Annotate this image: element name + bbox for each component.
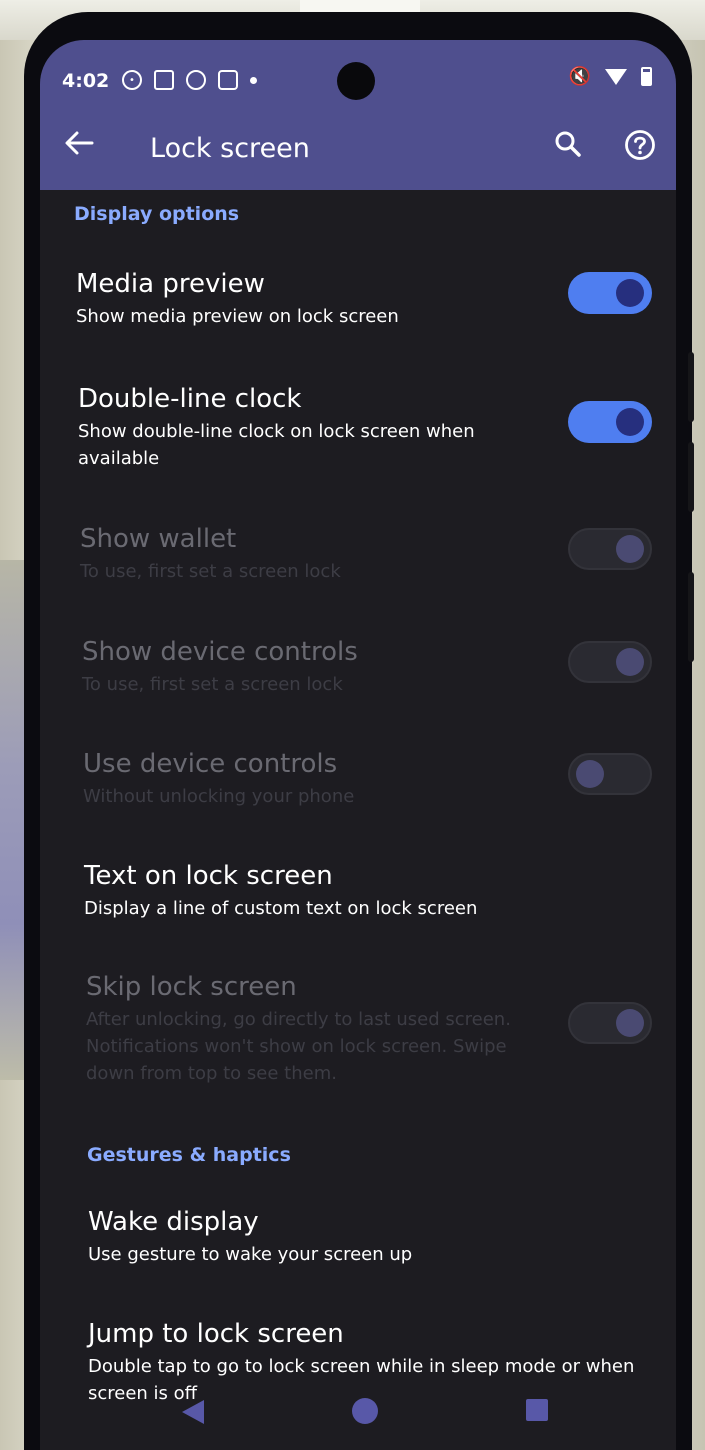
battery-icon xyxy=(641,67,652,86)
front-camera xyxy=(337,62,375,100)
setting-subtitle: Use gesture to wake your screen up xyxy=(88,1244,413,1265)
setting-title: Skip lock screen xyxy=(86,972,297,1002)
toggle-knob xyxy=(616,408,644,436)
back-arrow-icon[interactable] xyxy=(64,130,94,156)
help-icon[interactable] xyxy=(624,129,656,161)
setting-subtitle: Show double-line clock on lock screen wh… xyxy=(78,421,475,469)
search-icon[interactable] xyxy=(554,130,582,158)
section-display-options: Display options xyxy=(74,203,240,225)
setting-skip-lock-screen: Skip lock screen After unlocking, go dir… xyxy=(86,971,526,1087)
skip-lock-screen-toggle xyxy=(568,1002,652,1044)
toggle-knob xyxy=(616,279,644,307)
wifi-icon xyxy=(605,68,627,85)
navigation-bar xyxy=(40,1390,676,1450)
show-wallet-toggle xyxy=(568,528,652,570)
setting-subtitle: Show media preview on lock screen xyxy=(76,306,399,327)
sim-icon xyxy=(154,70,174,90)
screen: 4:02 • 🔇 Lock screen Display options Med… xyxy=(40,40,676,1450)
setting-wake-display[interactable]: Wake display Use gesture to wake your sc… xyxy=(88,1206,668,1268)
toggle-knob xyxy=(576,760,604,788)
notification-icons: • xyxy=(122,70,257,90)
show-device-controls-toggle xyxy=(568,641,652,683)
setting-title: Wake display xyxy=(88,1207,259,1237)
system-icons: 🔇 xyxy=(569,66,652,87)
nav-back-icon[interactable] xyxy=(182,1400,204,1424)
setting-subtitle: After unlocking, go directly to last use… xyxy=(86,1009,511,1084)
more-notifications-icon xyxy=(250,77,257,84)
power-button xyxy=(688,572,694,662)
toggle-knob xyxy=(616,535,644,563)
messenger-icon: • xyxy=(122,70,142,90)
shopping-bag-icon xyxy=(218,70,238,90)
setting-text-on-lock-screen[interactable]: Text on lock screen Display a line of cu… xyxy=(84,860,664,922)
toggle-knob xyxy=(616,648,644,676)
nav-recents-icon[interactable] xyxy=(526,1399,548,1421)
setting-double-line-clock[interactable]: Double-line clock Show double-line clock… xyxy=(78,383,518,472)
volume-button xyxy=(688,352,694,422)
media-preview-toggle[interactable] xyxy=(568,272,652,314)
page-title: Lock screen xyxy=(150,133,310,164)
use-device-controls-toggle xyxy=(568,753,652,795)
nav-home-icon[interactable] xyxy=(352,1398,378,1424)
status-time: 4:02 xyxy=(62,70,110,92)
setting-title: Jump to lock screen xyxy=(88,1319,344,1349)
app-bar: 4:02 • 🔇 Lock screen xyxy=(40,40,676,190)
vibrate-mute-icon: 🔇 xyxy=(568,66,591,87)
toggle-knob xyxy=(616,1009,644,1037)
location-icon xyxy=(186,70,206,90)
setting-subtitle: Display a line of custom text on lock sc… xyxy=(84,898,478,919)
setting-title: Double-line clock xyxy=(78,384,302,414)
volume-button-2 xyxy=(688,442,694,512)
section-gestures-haptics: Gestures & haptics xyxy=(87,1144,291,1166)
setting-title: Text on lock screen xyxy=(84,861,333,891)
double-line-clock-toggle[interactable] xyxy=(568,401,652,443)
